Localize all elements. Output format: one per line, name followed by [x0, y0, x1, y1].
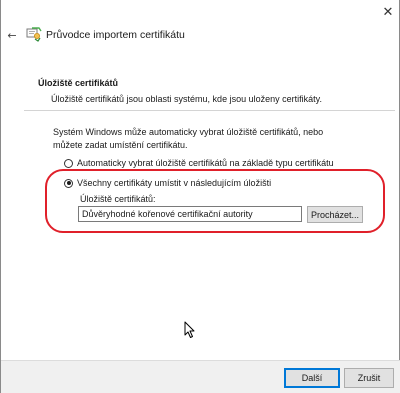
radio-place-in-store[interactable]: Všechny certifikáty umístit v následujíc… — [64, 178, 271, 188]
radio-auto-label: Automaticky vybrat úložiště certifikátů … — [77, 158, 334, 168]
section-title: Úložiště certifikátů — [38, 78, 119, 88]
radio-auto-select[interactable]: Automaticky vybrat úložiště certifikátů … — [64, 158, 334, 168]
cancel-button[interactable]: Zrušit — [344, 368, 394, 388]
radio-auto-indicator[interactable] — [64, 158, 73, 168]
certificate-wizard-icon — [26, 27, 42, 42]
radio-manual-indicator[interactable] — [64, 178, 73, 188]
radio-manual-label: Všechny certifikáty umístit v následujíc… — [77, 178, 272, 188]
next-button[interactable]: Další — [284, 368, 340, 388]
instruction-text: Systém Windows může automaticky vybrat ú… — [53, 127, 324, 150]
certificate-store-input[interactable] — [78, 206, 302, 222]
close-icon[interactable]: ✕ — [377, 2, 399, 22]
mouse-cursor-icon — [184, 321, 195, 338]
window-title: Průvodce importem certifikátu — [46, 29, 185, 41]
wizard-footer — [1, 360, 400, 393]
browse-button[interactable]: Procházet... — [307, 206, 363, 223]
header-divider — [24, 110, 395, 111]
back-arrow-icon[interactable]: ← — [5, 28, 19, 42]
certificate-import-wizard-window: ✕ ← Průvodce importem certifikátu Úložiš… — [0, 0, 400, 393]
store-field-label: Úložiště certifikátů: — [80, 194, 156, 204]
section-description: Úložiště certifikátů jsou oblasti systém… — [51, 94, 322, 104]
